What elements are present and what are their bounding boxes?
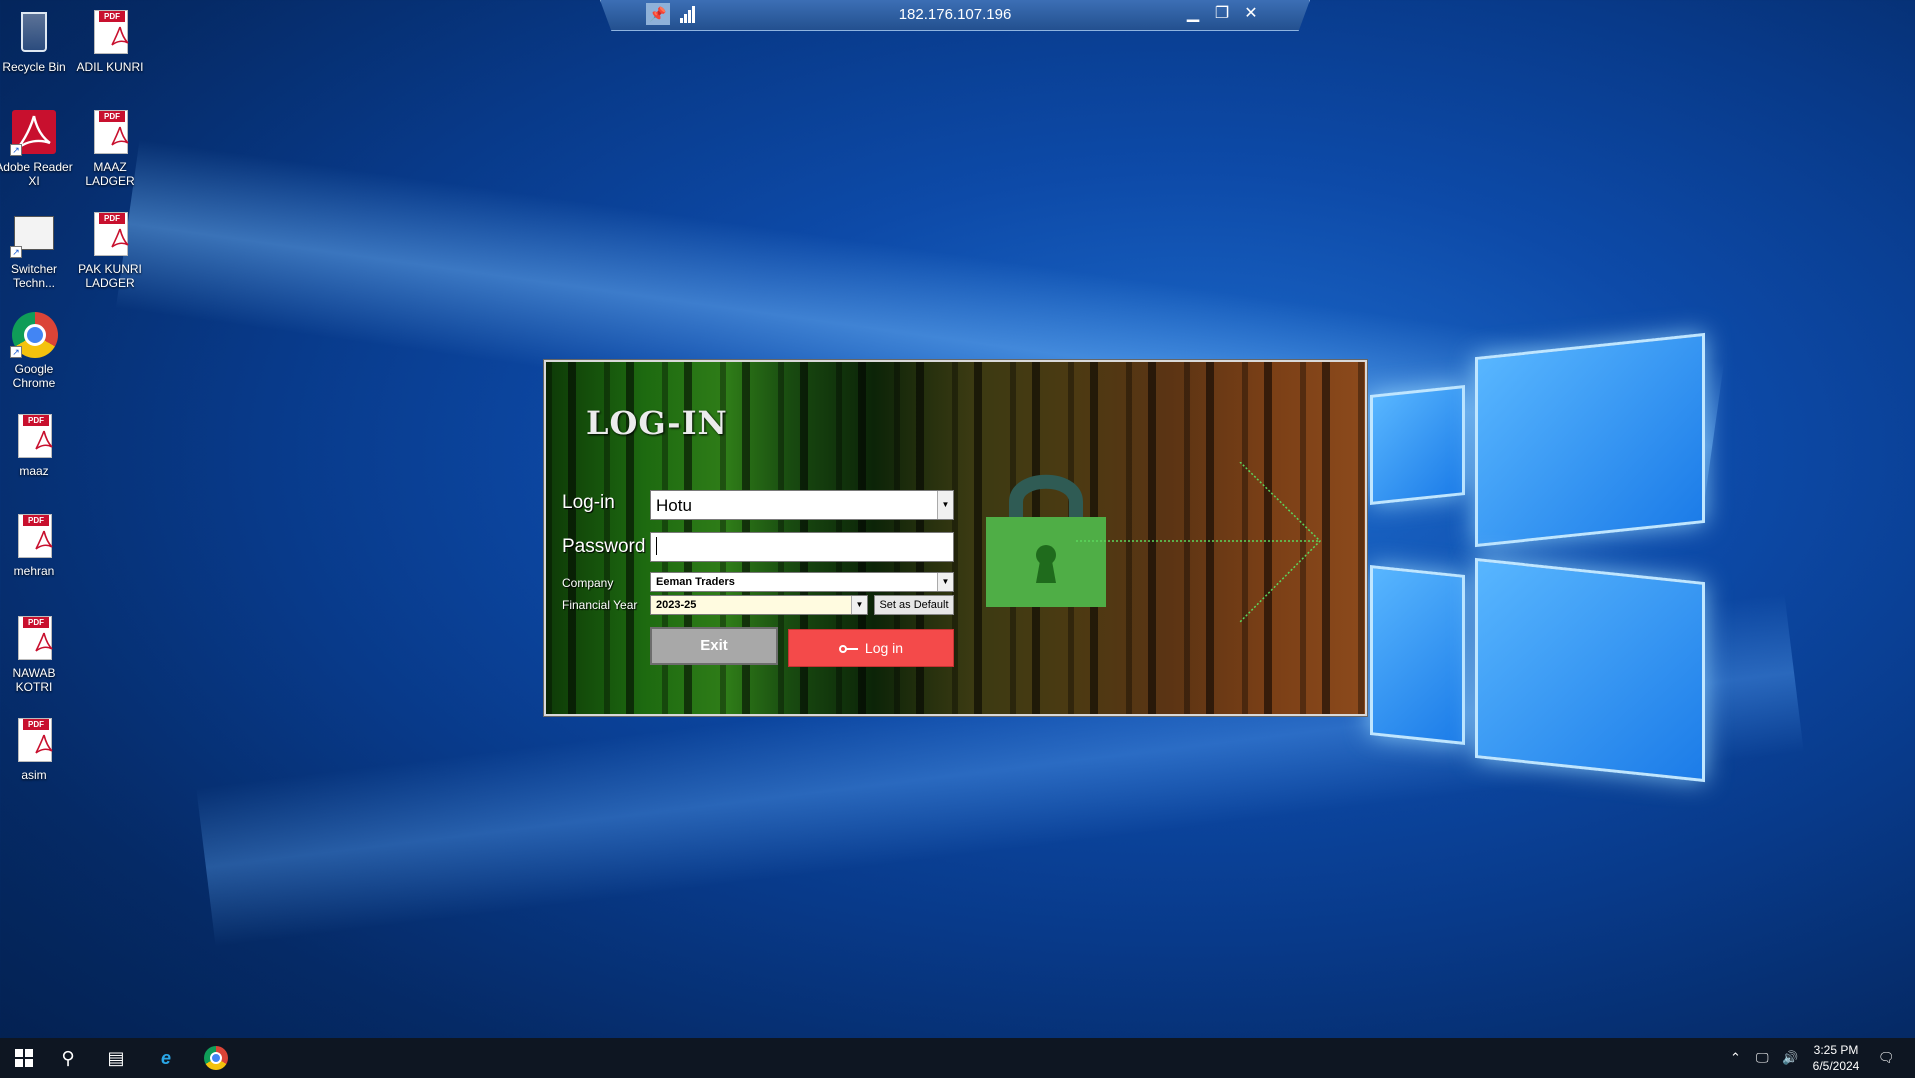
login-label: Log-in xyxy=(562,492,615,513)
desktop-icon-pak-kunri-ladger[interactable]: PDF PAK KUNRI LADGER xyxy=(70,210,150,290)
pdf-file-icon: PDF xyxy=(86,108,134,156)
set-as-default-button[interactable]: Set as Default xyxy=(874,595,954,615)
desktop-icon-mehran[interactable]: PDF mehran xyxy=(0,512,74,578)
desktop-icon-maaz[interactable]: PDF maaz xyxy=(0,412,74,478)
chevron-down-icon[interactable]: ▼ xyxy=(937,573,953,591)
desktop-icon-google-chrome[interactable]: ↗ Google Chrome xyxy=(0,310,74,390)
desktop-icon-adobe-reader[interactable]: ↗ Adobe Reader XI xyxy=(0,108,74,188)
windows-logo-wallpaper xyxy=(1360,332,1710,790)
minimize-button[interactable]: ▁ xyxy=(1182,3,1204,25)
system-clock[interactable]: 3:25 PM 6/5/2024 xyxy=(1800,1042,1872,1074)
remote-host-address: 182.176.107.196 xyxy=(898,6,1012,23)
notification-icon[interactable]: 🗨 xyxy=(1878,1038,1895,1078)
shortcut-arrow-icon: ↗ xyxy=(10,246,22,258)
financial-year-select[interactable]: 2023-25 ▼ xyxy=(650,595,868,615)
desktop-icon-switcher[interactable]: ↗ Switcher Techn... xyxy=(0,210,74,290)
pdf-file-icon: PDF xyxy=(10,716,58,764)
company-value: Eeman Traders xyxy=(656,576,735,588)
pdf-file-icon: PDF xyxy=(86,8,134,56)
close-button[interactable]: ✕ xyxy=(1240,3,1262,25)
password-label: Password xyxy=(562,536,646,557)
chevron-up-icon[interactable]: ⌃ xyxy=(1730,1038,1741,1078)
pdf-file-icon: PDF xyxy=(10,412,58,460)
shortcut-arrow-icon: ↗ xyxy=(10,346,22,358)
login-user-value: Hotu xyxy=(656,496,692,515)
login-title: LOG-IN xyxy=(586,404,728,442)
clock-time: 3:25 PM xyxy=(1813,1043,1859,1057)
pdf-file-icon: PDF xyxy=(86,210,134,258)
volume-icon[interactable]: 🔊 xyxy=(1782,1038,1798,1078)
internet-explorer-icon[interactable]: e xyxy=(142,1038,190,1078)
login-button-label: Log in xyxy=(864,640,904,656)
company-select[interactable]: Eeman Traders ▼ xyxy=(650,572,954,592)
recycle-bin-icon xyxy=(21,12,47,52)
start-icon[interactable] xyxy=(0,1038,48,1078)
password-field[interactable] xyxy=(650,532,954,562)
shortcut-arrow-icon: ↗ xyxy=(10,144,22,156)
arrow-icon xyxy=(1076,462,1322,623)
desktop-icon-asim[interactable]: PDF asim xyxy=(0,716,74,782)
pdf-file-icon: PDF xyxy=(10,512,58,560)
password-value xyxy=(656,537,657,555)
login-window: LOG-IN Log-in Hotu ▼ Password Company Ee… xyxy=(544,360,1367,716)
financial-year-label: Financial Year xyxy=(562,598,638,612)
book-icon xyxy=(14,216,54,250)
exit-button[interactable]: Exit xyxy=(650,627,778,665)
chevron-down-icon[interactable]: ▼ xyxy=(851,596,867,614)
chrome-icon xyxy=(204,1046,228,1070)
clock-date: 6/5/2024 xyxy=(1812,1059,1860,1073)
chevron-down-icon[interactable]: ▼ xyxy=(937,491,953,519)
pin-icon[interactable]: 📌 xyxy=(646,3,670,25)
search-icon[interactable]: ⚲ xyxy=(44,1038,92,1078)
restore-button[interactable]: ❐ xyxy=(1211,3,1233,25)
financial-year-value: 2023-25 xyxy=(656,599,697,611)
key-icon xyxy=(838,644,859,654)
login-user-select[interactable]: Hotu ▼ xyxy=(650,490,954,520)
login-button[interactable]: Log in xyxy=(788,629,954,667)
company-label: Company xyxy=(562,576,614,590)
connection-signal-icon[interactable] xyxy=(680,5,696,23)
desktop-icon-nawab-kotri[interactable]: PDF NAWAB KOTRI xyxy=(0,614,74,694)
network-icon[interactable]: 🖵 xyxy=(1756,1038,1769,1078)
taskbar: ⚲ ▤ e ⌃ 🖵 🔊 3:25 PM 6/5/2024 🗨 xyxy=(0,1038,1915,1078)
pdf-file-icon: PDF xyxy=(10,614,58,662)
desktop-icon-recycle-bin[interactable]: Recycle Bin xyxy=(0,8,74,74)
desktop-icon-adil-kunri[interactable]: PDF ADIL KUNRI xyxy=(70,8,150,74)
desktop-icon-maaz-ladger[interactable]: PDF MAAZ LADGER xyxy=(70,108,150,188)
chrome-taskbar-button[interactable] xyxy=(192,1038,240,1078)
task-view-icon[interactable]: ▤ xyxy=(92,1038,140,1078)
